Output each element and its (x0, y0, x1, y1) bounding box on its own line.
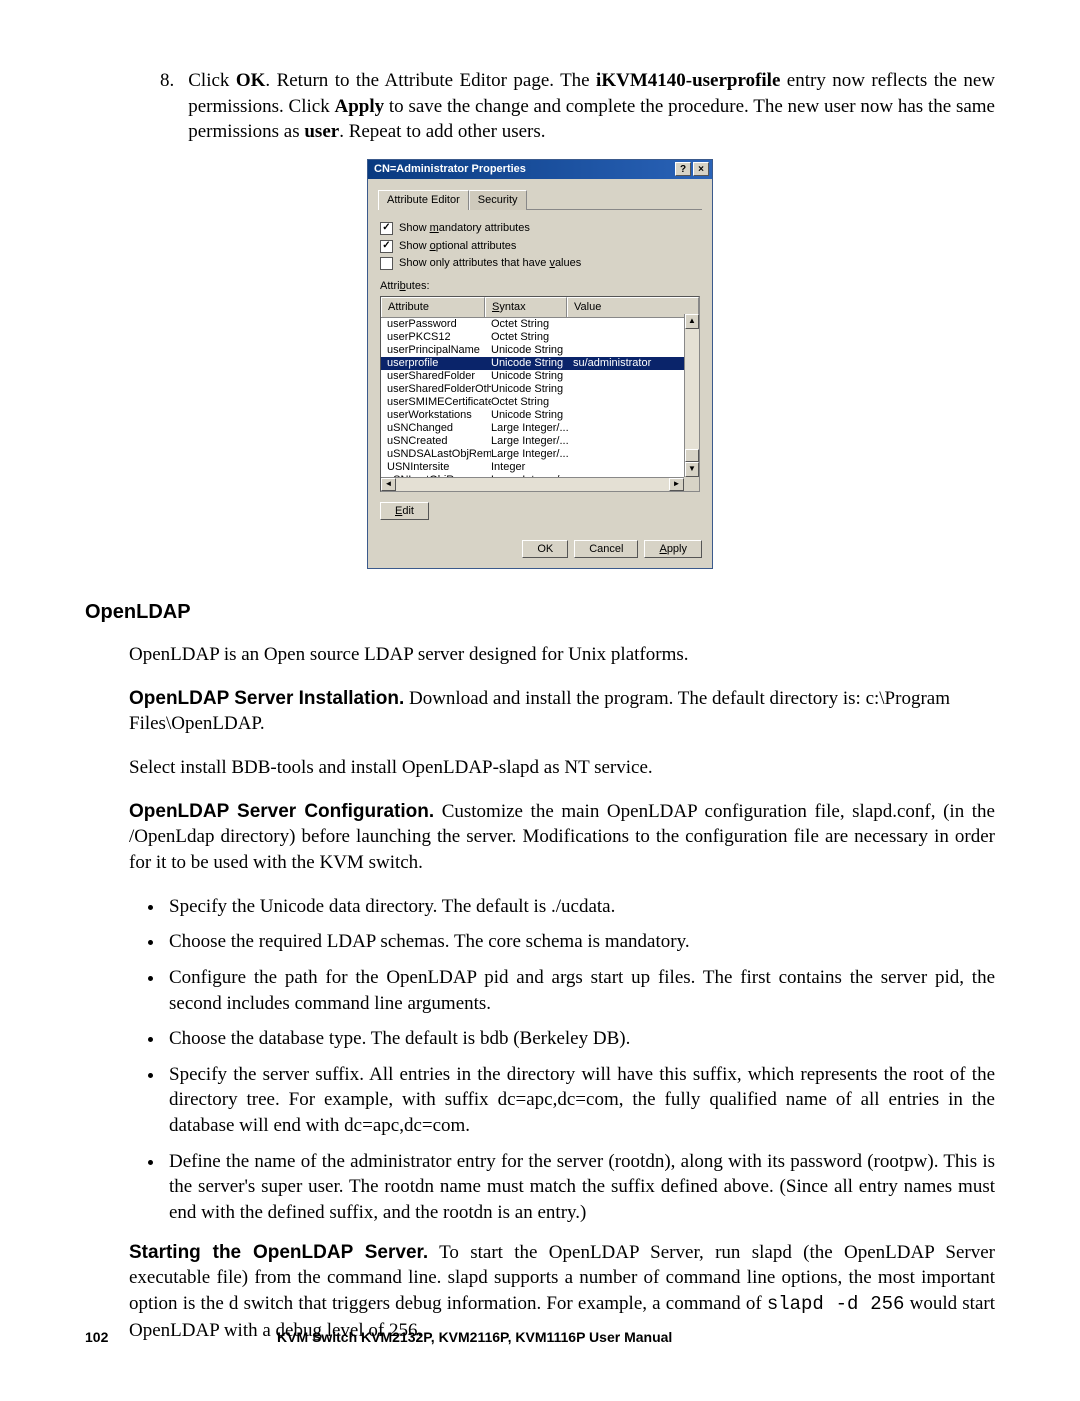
close-icon[interactable]: × (693, 162, 709, 176)
table-row[interactable]: userSharedFolderUnicode String (381, 370, 699, 383)
tab-security[interactable]: Security (469, 190, 527, 210)
page-footer: 102 KVM Switch KVM2132P, KVM2116P, KVM11… (85, 1328, 995, 1347)
list-item: Configure the path for the OpenLDAP pid … (165, 965, 995, 1016)
tab-attribute-editor[interactable]: Attribute Editor (378, 190, 469, 210)
scroll-up-icon[interactable]: ▲ (685, 314, 699, 329)
table-row[interactable]: userPKCS12Octet String (381, 331, 699, 344)
scroll-down-icon[interactable]: ▼ (685, 462, 699, 477)
col-value[interactable]: Value (567, 297, 699, 317)
scroll-left-icon[interactable]: ◄ (381, 478, 396, 491)
checkbox-mandatory[interactable]: ✓ Show mandatory attributes (380, 221, 700, 236)
list-item: Choose the database type. The default is… (165, 1026, 995, 1052)
table-row[interactable]: userPrincipalNameUnicode String (381, 344, 699, 357)
table-row[interactable]: userSharedFolderOtherUnicode String (381, 383, 699, 396)
config-paragraph: OpenLDAP Server Configuration. Customize… (129, 799, 995, 876)
apply-button[interactable]: Apply (644, 540, 702, 558)
install-paragraph-2: Select install BDB-tools and install Ope… (129, 755, 995, 781)
checkbox-optional[interactable]: ✓ Show optional attributes (380, 239, 700, 254)
ok-button[interactable]: OK (522, 540, 568, 558)
step-8: 8. Click OK. Return to the Attribute Edi… (160, 68, 995, 145)
horizontal-scrollbar[interactable]: ◄ ► (381, 477, 684, 491)
list-item: Specify the server suffix. All entries i… (165, 1062, 995, 1139)
tabstrip: Attribute Editor Security (378, 189, 702, 210)
checkbox-have-values[interactable]: Show only attributes that have values (380, 256, 700, 271)
edit-button[interactable]: Edit (380, 502, 429, 520)
attributes-table[interactable]: Attribute Syntax Value userPasswordOctet… (380, 296, 700, 492)
scroll-right-icon[interactable]: ► (669, 478, 684, 491)
col-attribute[interactable]: Attribute (381, 297, 485, 317)
config-bullet-list: Specify the Unicode data directory. The … (165, 894, 995, 1226)
col-syntax[interactable]: Syntax (485, 297, 567, 317)
cancel-button[interactable]: Cancel (574, 540, 638, 558)
table-header: Attribute Syntax Value (381, 297, 699, 318)
check-icon[interactable] (380, 257, 393, 270)
table-row[interactable]: uSNChangedLarge Integer/... (381, 422, 699, 435)
check-icon[interactable]: ✓ (380, 222, 393, 235)
table-row[interactable]: userWorkstationsUnicode String (381, 409, 699, 422)
properties-dialog: CN=Administrator Properties ? × Attribut… (367, 159, 713, 569)
list-item: Define the name of the administrator ent… (165, 1149, 995, 1226)
dialog-title: CN=Administrator Properties (374, 162, 526, 177)
scroll-thumb[interactable] (685, 449, 699, 462)
check-icon[interactable]: ✓ (380, 240, 393, 253)
install-paragraph: OpenLDAP Server Installation. Download a… (129, 686, 995, 737)
step-text: Click OK. Return to the Attribute Editor… (188, 68, 995, 145)
table-row[interactable]: uSNCreatedLarge Integer/... (381, 435, 699, 448)
section-heading: OpenLDAP (85, 599, 995, 626)
table-row[interactable]: userPasswordOctet String (381, 318, 699, 331)
help-icon[interactable]: ? (675, 162, 691, 176)
attributes-label: Attributes: (380, 279, 700, 294)
intro-paragraph: OpenLDAP is an Open source LDAP server d… (129, 642, 995, 668)
list-item: Choose the required LDAP schemas. The co… (165, 929, 995, 955)
table-row[interactable]: userprofileUnicode Stringsu/administrato… (381, 357, 699, 370)
page-number: 102 (85, 1328, 277, 1347)
vertical-scrollbar[interactable]: ▲ ▼ (684, 314, 699, 477)
step-number: 8. (160, 68, 174, 145)
table-row[interactable]: userSMIMECertificateOctet String (381, 396, 699, 409)
titlebar: CN=Administrator Properties ? × (368, 160, 712, 179)
list-item: Specify the Unicode data directory. The … (165, 894, 995, 920)
table-row[interactable]: USNIntersiteInteger (381, 461, 699, 474)
footer-title: KVM Switch KVM2132P, KVM2116P, KVM1116P … (277, 1328, 672, 1347)
table-row[interactable]: uSNDSALastObjRem...Large Integer/... (381, 448, 699, 461)
